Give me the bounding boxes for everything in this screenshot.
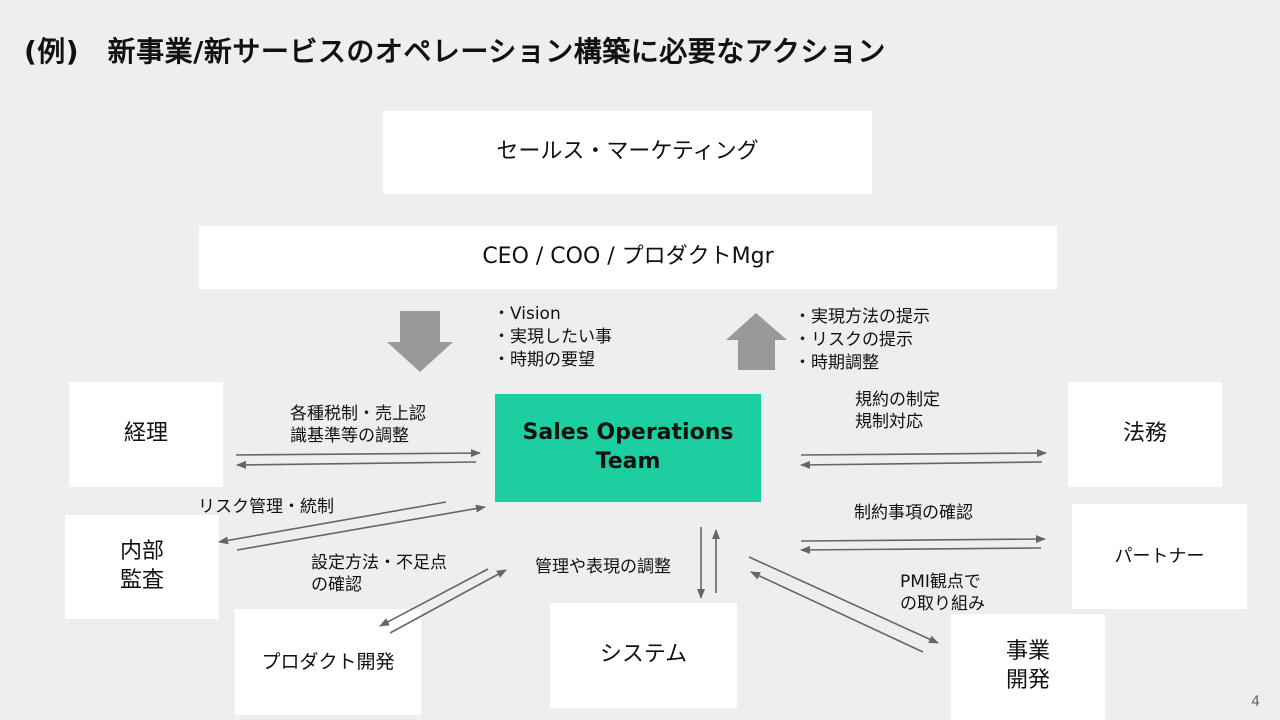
arrow-to-core-from-accounting (235, 449, 481, 458)
arrow-to-core-from-legal (800, 460, 1043, 469)
arrow-to-accounting (236, 460, 477, 469)
arrow-to-core-from-product-dev (389, 569, 507, 634)
arrow-to-legal (800, 449, 1047, 458)
page-number: 4 (1251, 694, 1260, 710)
arrow-to-biz-dev (748, 556, 939, 644)
arrow-to-partner (800, 535, 1046, 544)
arrow-to-core-from-biz-dev (750, 571, 924, 653)
connector-arrows (218, 449, 1047, 653)
arrow-to-core-from-partner (800, 545, 1042, 554)
arrow-to-internal-audit (218, 501, 447, 545)
arrow-to-core-from-audit (236, 504, 486, 551)
arrow-to-product-dev (379, 568, 489, 627)
